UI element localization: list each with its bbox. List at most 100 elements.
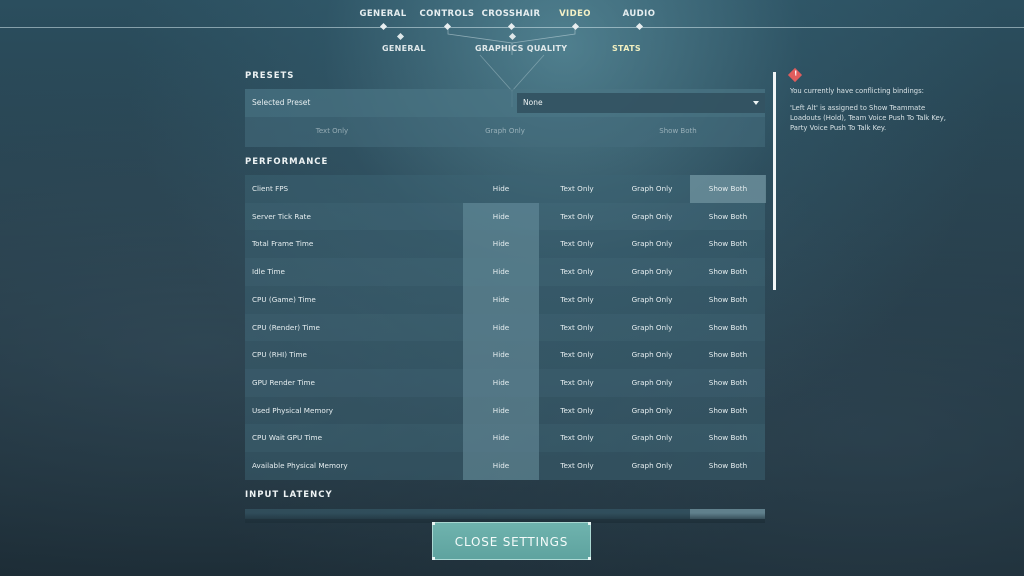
- stat-option-show-both[interactable]: Show Both: [690, 369, 766, 397]
- tab-crosshair[interactable]: CROSSHAIR: [476, 9, 546, 19]
- tab-controls-marker: [443, 22, 452, 31]
- subtab-stats[interactable]: STATS: [612, 44, 641, 53]
- preset-option-show-both[interactable]: Show Both: [618, 127, 738, 135]
- performance-heading: PERFORMANCE: [245, 157, 329, 167]
- stat-option-text-only[interactable]: Text Only: [539, 230, 615, 258]
- presets-panel: Selected Preset None Text Only Graph Onl…: [245, 89, 765, 147]
- close-settings-button[interactable]: CLOSE SETTINGS: [432, 522, 591, 560]
- stat-option-text-only[interactable]: Text Only: [539, 203, 615, 231]
- stat-row-label: Client FPS: [252, 184, 289, 193]
- stat-option-show-both[interactable]: Show Both: [690, 452, 766, 480]
- stat-row-label: Idle Time: [252, 267, 285, 277]
- stat-option-graph-only[interactable]: Graph Only: [614, 397, 690, 425]
- stat-option-show-both[interactable]: Show Both: [690, 175, 766, 203]
- stat-row: CPU (Render) Time Hide Text Only Graph Only…: [245, 313, 766, 342]
- stat-option-text-only[interactable]: Text Only: [539, 341, 615, 369]
- stat-option-hide[interactable]: Hide: [463, 286, 539, 314]
- stat-option-graph-only[interactable]: Graph Only: [614, 203, 690, 231]
- stat-row-label: CPU (Game) Time: [252, 294, 316, 304]
- subtab-general-marker: [396, 32, 405, 41]
- stat-row: CPU (Game) Time Hide Text Only Graph Only Sh…: [245, 286, 765, 314]
- tab-video[interactable]: VIDEO: [540, 9, 610, 19]
- stat-row-label: Total Frame Time: [252, 239, 314, 249]
- stat-row-label: Used Physical Memory: [252, 405, 334, 415]
- tab-video-marker: [571, 22, 580, 31]
- stat-option-text-only[interactable]: Text Only: [539, 424, 615, 452]
- preset-dropdown-value: None: [523, 98, 543, 107]
- stat-row-label: GPU Render Time: [252, 377, 315, 387]
- stat-option-text-only[interactable]: Text Only: [539, 175, 615, 203]
- top-nav: GENERAL CONTROLS CROSSHAIR VIDEO AUDIO: [0, 0, 1024, 31]
- tab-general-marker: [379, 22, 388, 31]
- stat-row: Idle Time Hide Text Only Graph Only Show Bot…: [245, 258, 765, 286]
- stat-option-graph-only[interactable]: Graph Only: [614, 175, 690, 203]
- stat-row-label: Available Physical Memory: [252, 461, 348, 470]
- stat-option-graph-only[interactable]: Graph Only: [614, 424, 690, 452]
- presets-heading: PRESETS: [245, 71, 295, 81]
- tab-controls[interactable]: CONTROLS: [412, 9, 482, 19]
- stat-option-hide[interactable]: Hide: [463, 314, 539, 342]
- tab-crosshair-marker: [507, 22, 516, 31]
- selected-preset-row: Selected Preset None: [245, 89, 765, 117]
- caret-down-icon: [753, 101, 759, 105]
- stat-row-label: Server Tick Rate: [252, 211, 311, 221]
- preset-option-graph-only[interactable]: Graph Only: [445, 127, 565, 135]
- stat-option-hide[interactable]: Hide: [463, 369, 539, 397]
- conflict-warning-title: You currently have conflicting bindings:: [790, 87, 924, 95]
- stat-option-show-both[interactable]: Show Both: [690, 286, 766, 314]
- stat-row: CPU Wait GPU Time Hide Text Only Graph Only…: [245, 424, 765, 452]
- stat-row: Available Physical Memory Hide Text Only Gr…: [245, 452, 765, 480]
- stat-option-graph-only[interactable]: Graph Only: [614, 230, 690, 258]
- stat-option-show-both[interactable]: Show Both: [690, 203, 766, 231]
- stat-option-graph-only[interactable]: Graph Only: [614, 341, 690, 369]
- stat-option-hide[interactable]: Hide: [463, 452, 539, 480]
- conflict-warning-body: 'Left Alt' is assigned to Show Teammate …: [790, 104, 946, 132]
- tab-audio[interactable]: AUDIO: [604, 9, 674, 19]
- stat-row: GPU Render Time Hide Text Only Graph Only Sh…: [245, 368, 766, 397]
- preset-option-text-only[interactable]: Text Only: [272, 127, 392, 135]
- close-settings-label: CLOSE SETTINGS: [454, 535, 569, 549]
- stat-option-hide[interactable]: Hide: [463, 397, 539, 425]
- subtab-graphics-marker: [508, 32, 517, 41]
- stat-option-graph-only[interactable]: Graph Only: [614, 258, 690, 286]
- stat-option-hide[interactable]: Hide: [463, 341, 539, 369]
- stat-option-text-only[interactable]: Text Only: [539, 369, 615, 397]
- tab-audio-marker: [635, 22, 644, 31]
- stat-option-text-only[interactable]: Text Only: [539, 258, 615, 286]
- stat-row: Total Frame Time Hide Text Only Graph Only S…: [245, 230, 765, 258]
- stat-option-show-both[interactable]: Show Both: [690, 341, 766, 369]
- stat-option-hide[interactable]: Hide: [463, 258, 539, 286]
- selected-preset-label: Selected Preset: [252, 98, 311, 107]
- alert-diamond-icon: !: [787, 67, 803, 83]
- stat-option-hide[interactable]: Hide: [463, 203, 539, 231]
- stat-option-text-only[interactable]: Text Only: [539, 314, 615, 342]
- stat-row-label: CPU Wait GPU Time: [252, 433, 323, 443]
- stat-row-label: CPU (RHI) Time: [252, 350, 307, 360]
- stat-row: Client FPS Hide Text Only Graph Only Show Bo…: [245, 175, 766, 203]
- stat-option-graph-only[interactable]: Graph Only: [614, 452, 690, 480]
- stat-option-show-both[interactable]: Show Both: [690, 258, 766, 286]
- stat-option-graph-only[interactable]: Graph Only: [614, 314, 690, 342]
- stat-option-graph-only[interactable]: Graph Only: [614, 286, 690, 314]
- stat-row-label: CPU (Render) Time: [252, 322, 320, 332]
- settings-scrollbar[interactable]: [773, 72, 776, 290]
- subtab-general[interactable]: GENERAL: [382, 44, 426, 53]
- stat-option-hide[interactable]: Hide: [463, 424, 539, 452]
- stat-option-show-both[interactable]: Show Both: [690, 230, 766, 258]
- stat-row: Server Tick Rate Hide Text Only Graph Only S…: [245, 202, 766, 231]
- stat-row: Used Physical Memory Hide Text Only Graph O…: [245, 397, 765, 425]
- stat-option-graph-only[interactable]: Graph Only: [614, 369, 690, 397]
- performance-panel: Client FPS Hide Text Only Graph Only Show Bo…: [245, 175, 766, 480]
- stat-option-text-only[interactable]: Text Only: [539, 286, 615, 314]
- tab-general[interactable]: GENERAL: [348, 9, 418, 19]
- stat-option-text-only[interactable]: Text Only: [539, 397, 615, 425]
- subtab-graphics-quality[interactable]: GRAPHICS QUALITY: [475, 44, 567, 53]
- stat-option-hide[interactable]: Hide: [463, 230, 539, 258]
- stat-option-show-both[interactable]: Show Both: [690, 314, 766, 342]
- stat-row: CPU (RHI) Time Hide Text Only Graph Only Sho…: [245, 341, 765, 369]
- stat-option-show-both[interactable]: Show Both: [690, 397, 766, 425]
- stat-option-hide[interactable]: Hide: [463, 175, 539, 203]
- stat-option-show-both[interactable]: Show Both: [690, 424, 766, 452]
- preset-dropdown[interactable]: None: [517, 93, 765, 113]
- stat-option-text-only[interactable]: Text Only: [539, 452, 615, 480]
